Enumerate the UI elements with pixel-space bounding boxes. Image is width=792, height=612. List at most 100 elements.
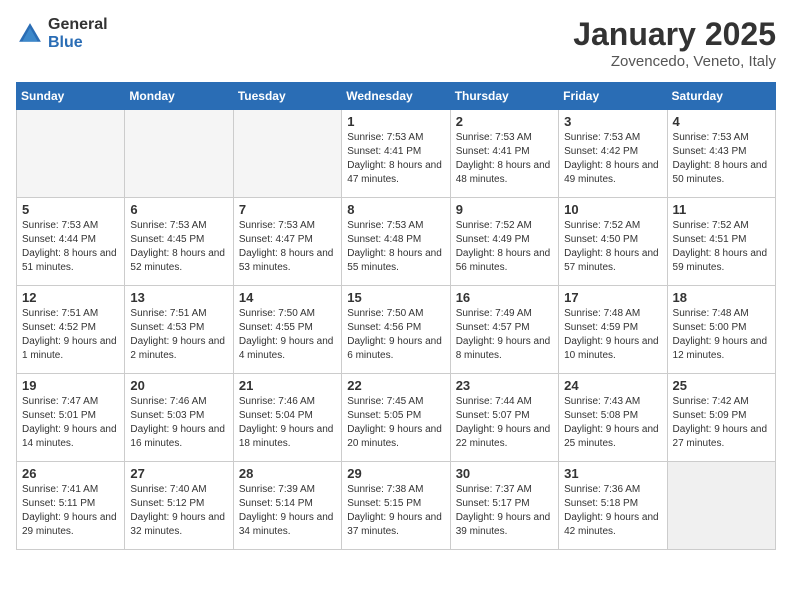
calendar-week-row: 1 Sunrise: 7:53 AM Sunset: 4:41 PM Daylig… — [17, 110, 776, 198]
calendar-cell: 28 Sunrise: 7:39 AM Sunset: 5:14 PM Dayli… — [233, 462, 341, 550]
day-number: 5 — [22, 202, 119, 217]
day-number: 27 — [130, 466, 227, 481]
header-thursday: Thursday — [450, 83, 558, 110]
day-number: 2 — [456, 114, 553, 129]
header-saturday: Saturday — [667, 83, 775, 110]
calendar-week-row: 26 Sunrise: 7:41 AM Sunset: 5:11 PM Dayli… — [17, 462, 776, 550]
cell-sun-info: Sunrise: 7:43 AM Sunset: 5:08 PM Dayligh… — [564, 395, 661, 451]
cell-sun-info: Sunrise: 7:49 AM Sunset: 4:57 PM Dayligh… — [456, 307, 553, 363]
cell-sun-info: Sunrise: 7:53 AM Sunset: 4:41 PM Dayligh… — [456, 131, 553, 187]
day-number: 13 — [130, 290, 227, 305]
cell-sun-info: Sunrise: 7:52 AM Sunset: 4:49 PM Dayligh… — [456, 219, 553, 275]
cell-sun-info: Sunrise: 7:47 AM Sunset: 5:01 PM Dayligh… — [22, 395, 119, 451]
calendar-cell: 29 Sunrise: 7:38 AM Sunset: 5:15 PM Dayli… — [342, 462, 450, 550]
logo-text: General Blue — [48, 16, 108, 51]
day-number: 4 — [673, 114, 770, 129]
cell-sun-info: Sunrise: 7:46 AM Sunset: 5:03 PM Dayligh… — [130, 395, 227, 451]
calendar-cell: 19 Sunrise: 7:47 AM Sunset: 5:01 PM Dayli… — [17, 374, 125, 462]
calendar-cell: 1Sunrise: 7:53 AM Sunset: 4:41 PM Daylig… — [342, 110, 450, 198]
calendar-header-row: SundayMondayTuesdayWednesdayThursdayFrid… — [17, 83, 776, 110]
day-number: 26 — [22, 466, 119, 481]
calendar-cell: 23 Sunrise: 7:44 AM Sunset: 5:07 PM Dayli… — [450, 374, 558, 462]
header-sunday: Sunday — [17, 83, 125, 110]
cell-sun-info: Sunrise: 7:39 AM Sunset: 5:14 PM Dayligh… — [239, 483, 336, 539]
cell-sun-info: Sunrise: 7:41 AM Sunset: 5:11 PM Dayligh… — [22, 483, 119, 539]
page-header: General Blue January 2025 Zovencedo, Ven… — [16, 16, 776, 70]
day-number: 1 — [347, 114, 444, 129]
calendar-cell: 4 Sunrise: 7:53 AM Sunset: 4:43 PM Daylig… — [667, 110, 775, 198]
cell-sun-info: Sunrise: 7:40 AM Sunset: 5:12 PM Dayligh… — [130, 483, 227, 539]
day-number: 9 — [456, 202, 553, 217]
cell-sun-info: Sunrise: 7:42 AM Sunset: 5:09 PM Dayligh… — [673, 395, 770, 451]
calendar-cell: 7 Sunrise: 7:53 AM Sunset: 4:47 PM Daylig… — [233, 198, 341, 286]
cell-sun-info: Sunrise: 7:53 AM Sunset: 4:48 PM Dayligh… — [347, 219, 444, 275]
logo-general-text: General — [48, 16, 108, 34]
day-number: 15 — [347, 290, 444, 305]
calendar-cell: 15Sunrise: 7:50 AM Sunset: 4:56 PM Dayli… — [342, 286, 450, 374]
calendar-cell: 2 Sunrise: 7:53 AM Sunset: 4:41 PM Daylig… — [450, 110, 558, 198]
day-number: 12 — [22, 290, 119, 305]
header-monday: Monday — [125, 83, 233, 110]
cell-sun-info: Sunrise: 7:53 AM Sunset: 4:42 PM Dayligh… — [564, 131, 661, 187]
logo-icon — [16, 20, 44, 48]
cell-sun-info: Sunrise: 7:48 AM Sunset: 4:59 PM Dayligh… — [564, 307, 661, 363]
day-number: 20 — [130, 378, 227, 393]
day-number: 3 — [564, 114, 661, 129]
cell-sun-info: Sunrise: 7:53 AM Sunset: 4:44 PM Dayligh… — [22, 219, 119, 275]
day-number: 21 — [239, 378, 336, 393]
cell-sun-info: Sunrise: 7:46 AM Sunset: 5:04 PM Dayligh… — [239, 395, 336, 451]
day-number: 29 — [347, 466, 444, 481]
header-wednesday: Wednesday — [342, 83, 450, 110]
cell-sun-info: Sunrise: 7:51 AM Sunset: 4:53 PM Dayligh… — [130, 307, 227, 363]
day-number: 6 — [130, 202, 227, 217]
header-tuesday: Tuesday — [233, 83, 341, 110]
calendar-cell: 30 Sunrise: 7:37 AM Sunset: 5:17 PM Dayli… — [450, 462, 558, 550]
calendar-cell: 25 Sunrise: 7:42 AM Sunset: 5:09 PM Dayli… — [667, 374, 775, 462]
day-number: 28 — [239, 466, 336, 481]
cell-sun-info: Sunrise: 7:37 AM Sunset: 5:17 PM Dayligh… — [456, 483, 553, 539]
calendar-cell — [233, 110, 341, 198]
day-number: 25 — [673, 378, 770, 393]
calendar-week-row: 12 Sunrise: 7:51 AM Sunset: 4:52 PM Dayli… — [17, 286, 776, 374]
day-number: 23 — [456, 378, 553, 393]
day-number: 17 — [564, 290, 661, 305]
location: Zovencedo, Veneto, Italy — [573, 53, 776, 70]
day-number: 7 — [239, 202, 336, 217]
calendar-cell: 3 Sunrise: 7:53 AM Sunset: 4:42 PM Daylig… — [559, 110, 667, 198]
day-number: 10 — [564, 202, 661, 217]
calendar-cell: 31Sunrise: 7:36 AM Sunset: 5:18 PM Dayli… — [559, 462, 667, 550]
calendar-cell: 12 Sunrise: 7:51 AM Sunset: 4:52 PM Dayli… — [17, 286, 125, 374]
day-number: 11 — [673, 202, 770, 217]
calendar-cell: 17 Sunrise: 7:48 AM Sunset: 4:59 PM Dayli… — [559, 286, 667, 374]
calendar-cell: 13 Sunrise: 7:51 AM Sunset: 4:53 PM Dayli… — [125, 286, 233, 374]
calendar-cell: 6 Sunrise: 7:53 AM Sunset: 4:45 PM Daylig… — [125, 198, 233, 286]
cell-sun-info: Sunrise: 7:44 AM Sunset: 5:07 PM Dayligh… — [456, 395, 553, 451]
calendar-cell: 5 Sunrise: 7:53 AM Sunset: 4:44 PM Daylig… — [17, 198, 125, 286]
day-number: 24 — [564, 378, 661, 393]
calendar-cell: 24 Sunrise: 7:43 AM Sunset: 5:08 PM Dayli… — [559, 374, 667, 462]
cell-sun-info: Sunrise: 7:38 AM Sunset: 5:15 PM Dayligh… — [347, 483, 444, 539]
day-number: 19 — [22, 378, 119, 393]
cell-sun-info: Sunrise: 7:53 AM Sunset: 4:47 PM Dayligh… — [239, 219, 336, 275]
day-number: 22 — [347, 378, 444, 393]
calendar-cell: 16Sunrise: 7:49 AM Sunset: 4:57 PM Dayli… — [450, 286, 558, 374]
day-number: 18 — [673, 290, 770, 305]
day-number: 14 — [239, 290, 336, 305]
header-friday: Friday — [559, 83, 667, 110]
calendar-cell: 27 Sunrise: 7:40 AM Sunset: 5:12 PM Dayli… — [125, 462, 233, 550]
cell-sun-info: Sunrise: 7:51 AM Sunset: 4:52 PM Dayligh… — [22, 307, 119, 363]
cell-sun-info: Sunrise: 7:53 AM Sunset: 4:43 PM Dayligh… — [673, 131, 770, 187]
cell-sun-info: Sunrise: 7:45 AM Sunset: 5:05 PM Dayligh… — [347, 395, 444, 451]
calendar-cell: 18 Sunrise: 7:48 AM Sunset: 5:00 PM Dayli… — [667, 286, 775, 374]
day-number: 31 — [564, 466, 661, 481]
calendar-table: SundayMondayTuesdayWednesdayThursdayFrid… — [16, 82, 776, 550]
cell-sun-info: Sunrise: 7:50 AM Sunset: 4:55 PM Dayligh… — [239, 307, 336, 363]
cell-sun-info: Sunrise: 7:48 AM Sunset: 5:00 PM Dayligh… — [673, 307, 770, 363]
calendar-cell: 20 Sunrise: 7:46 AM Sunset: 5:03 PM Dayli… — [125, 374, 233, 462]
calendar-cell — [125, 110, 233, 198]
cell-sun-info: Sunrise: 7:52 AM Sunset: 4:50 PM Dayligh… — [564, 219, 661, 275]
cell-sun-info: Sunrise: 7:53 AM Sunset: 4:45 PM Dayligh… — [130, 219, 227, 275]
day-number: 30 — [456, 466, 553, 481]
calendar-week-row: 5 Sunrise: 7:53 AM Sunset: 4:44 PM Daylig… — [17, 198, 776, 286]
logo-blue-text: Blue — [48, 34, 108, 52]
